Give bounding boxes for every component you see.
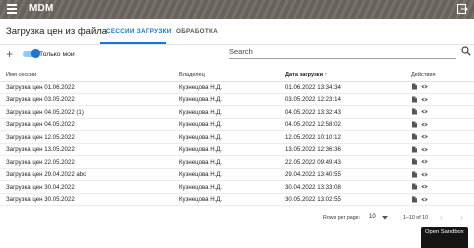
table-row[interactable]: Загрузка цен 13.05.2022 Кузнецова Н.Д. 1… [0, 144, 474, 156]
table-row[interactable]: Загрузка цен 03.05.2022 Кузнецова Н.Д. 0… [0, 94, 474, 106]
file-icon[interactable] [411, 158, 418, 165]
only-mine-label: Только мои [39, 51, 75, 58]
table-row[interactable]: Загрузка цен 30.05.2022 Кузнецова Н.Д. 3… [0, 194, 474, 206]
table-row[interactable]: Загрузка цен 04.05.2022 Кузнецова Н.Д. 0… [0, 119, 474, 131]
upload-date-cell: 03.05.2022 12:23:14 [285, 96, 341, 103]
file-icon[interactable] [411, 121, 418, 128]
eye-icon[interactable] [421, 158, 428, 165]
sort-arrow-icon: ↑ [324, 72, 328, 78]
table-row[interactable]: Загрузка цен 22.05.2022 Кузнецова Н.Д. 2… [0, 156, 474, 169]
column-header-actions: Действия [411, 72, 436, 78]
logout-icon[interactable] [456, 3, 468, 15]
eye-icon[interactable] [421, 146, 428, 153]
session-name-cell: Загрузка цен 22.05.2022 [6, 158, 75, 166]
upload-date-cell: 13.05.2022 12:36:36 [285, 146, 341, 153]
owner-cell: Кузнецова Н.Д. [179, 146, 223, 153]
eye-icon[interactable] [421, 183, 428, 190]
session-name-cell: Загрузка цен 30.04.2022 [6, 183, 75, 191]
file-icon[interactable] [411, 133, 418, 140]
eye-icon[interactable] [421, 133, 428, 140]
add-button[interactable]: + [6, 48, 13, 60]
column-header-upload-date[interactable]: Дата загрузки ↑ [285, 72, 327, 78]
menu-icon[interactable] [7, 4, 17, 14]
owner-cell: Кузнецова Н.Д. [179, 108, 223, 116]
chevron-right-icon[interactable]: › [460, 213, 463, 222]
app-title: MDM [29, 3, 54, 14]
search-input[interactable] [229, 44, 456, 59]
upload-date-cell: 30.05.2022 13:02:55 [285, 196, 341, 203]
owner-cell: Кузнецова Н.Д. [179, 183, 223, 191]
open-sandbox-button[interactable]: Open Sandbox [421, 227, 468, 248]
column-header-upload-date-label: Дата загрузки [285, 72, 324, 78]
owner-cell: Кузнецова Н.Д. [179, 196, 223, 203]
upload-date-cell: 04.05.2022 12:58:02 [285, 121, 341, 128]
rows-per-page-select[interactable]: 10 [369, 214, 376, 220]
session-name-cell: Загрузка цен 13.05.2022 [6, 146, 75, 153]
table-header: Имя сессии Владелец Дата загрузки ↑ Дейс… [0, 67, 474, 82]
table-row[interactable]: Загрузка цен 04.05.2022 (1) Кузнецова Н.… [0, 106, 474, 119]
table-row[interactable]: Загрузка цен 01.06.2022 Кузнецова Н.Д. 0… [0, 81, 474, 94]
pagination-range: 1–10 of 10 [403, 215, 429, 221]
eye-icon[interactable] [421, 83, 428, 90]
search-icon[interactable] [461, 46, 471, 56]
session-name-cell: Загрузка цен 01.06.2022 [6, 83, 75, 91]
table-body: Загрузка цен 01.06.2022 Кузнецова Н.Д. 0… [0, 81, 474, 206]
owner-cell: Кузнецова Н.Д. [179, 171, 223, 178]
file-icon[interactable] [411, 96, 418, 103]
eye-icon[interactable] [421, 108, 428, 115]
eye-icon[interactable] [421, 96, 428, 103]
session-name-cell: Загрузка цен 29.04.2022 abc [6, 171, 87, 178]
table-row[interactable]: Загрузка цен 29.04.2022 abc Кузнецова Н.… [0, 169, 474, 181]
upload-date-cell: 22.05.2022 09:49:43 [285, 158, 341, 166]
page-title: Загрузка цен из файла [6, 26, 108, 37]
owner-cell: Кузнецова Н.Д. [179, 158, 223, 166]
owner-cell: Кузнецова Н.Д. [179, 96, 223, 103]
tab-sessions[interactable]: СЕССИИ ЗАГРУЗКИ [106, 28, 172, 35]
file-icon[interactable] [411, 83, 418, 90]
owner-cell: Кузнецова Н.Д. [179, 83, 223, 91]
file-icon[interactable] [411, 108, 418, 115]
upload-date-cell: 12.05.2022 10:10:12 [285, 133, 341, 141]
upload-date-cell: 01.06.2022 13:34:34 [285, 83, 341, 91]
table-row[interactable]: Загрузка цен 30.04.2022 Кузнецова Н.Д. 3… [0, 181, 474, 194]
session-name-cell: Загрузка цен 12.05.2022 [6, 133, 75, 141]
eye-icon[interactable] [421, 121, 428, 128]
session-name-cell: Загрузка цен 03.05.2022 [6, 96, 75, 103]
table-row[interactable]: Загрузка цен 12.05.2022 Кузнецова Н.Д. 1… [0, 131, 474, 144]
rows-per-page-label: Rows per page: [323, 215, 361, 221]
app-bar: MDM [0, 0, 474, 19]
column-header-owner[interactable]: Владелец [179, 72, 205, 78]
upload-date-cell: 04.05.2022 13:32:43 [285, 108, 341, 116]
caret-down-icon[interactable] [382, 216, 388, 220]
column-header-session-name[interactable]: Имя сессии [6, 72, 36, 78]
eye-icon[interactable] [421, 196, 428, 203]
chevron-left-icon[interactable]: ‹ [440, 213, 443, 222]
file-icon[interactable] [411, 183, 418, 190]
file-icon[interactable] [411, 171, 418, 178]
upload-date-cell: 29.04.2022 13:40:55 [285, 171, 341, 178]
owner-cell: Кузнецова Н.Д. [179, 121, 223, 128]
session-name-cell: Загрузка цен 30.05.2022 [6, 196, 75, 203]
file-icon[interactable] [411, 146, 418, 153]
owner-cell: Кузнецова Н.Д. [179, 133, 223, 141]
only-mine-toggle[interactable] [23, 49, 40, 58]
session-name-cell: Загрузка цен 04.05.2022 [6, 121, 75, 128]
file-icon[interactable] [411, 196, 418, 203]
session-name-cell: Загрузка цен 04.05.2022 (1) [6, 108, 84, 116]
upload-date-cell: 30.04.2022 13:33:08 [285, 183, 341, 191]
tab-processing[interactable]: ОБРАБОТКА [176, 28, 218, 35]
eye-icon[interactable] [421, 171, 428, 178]
